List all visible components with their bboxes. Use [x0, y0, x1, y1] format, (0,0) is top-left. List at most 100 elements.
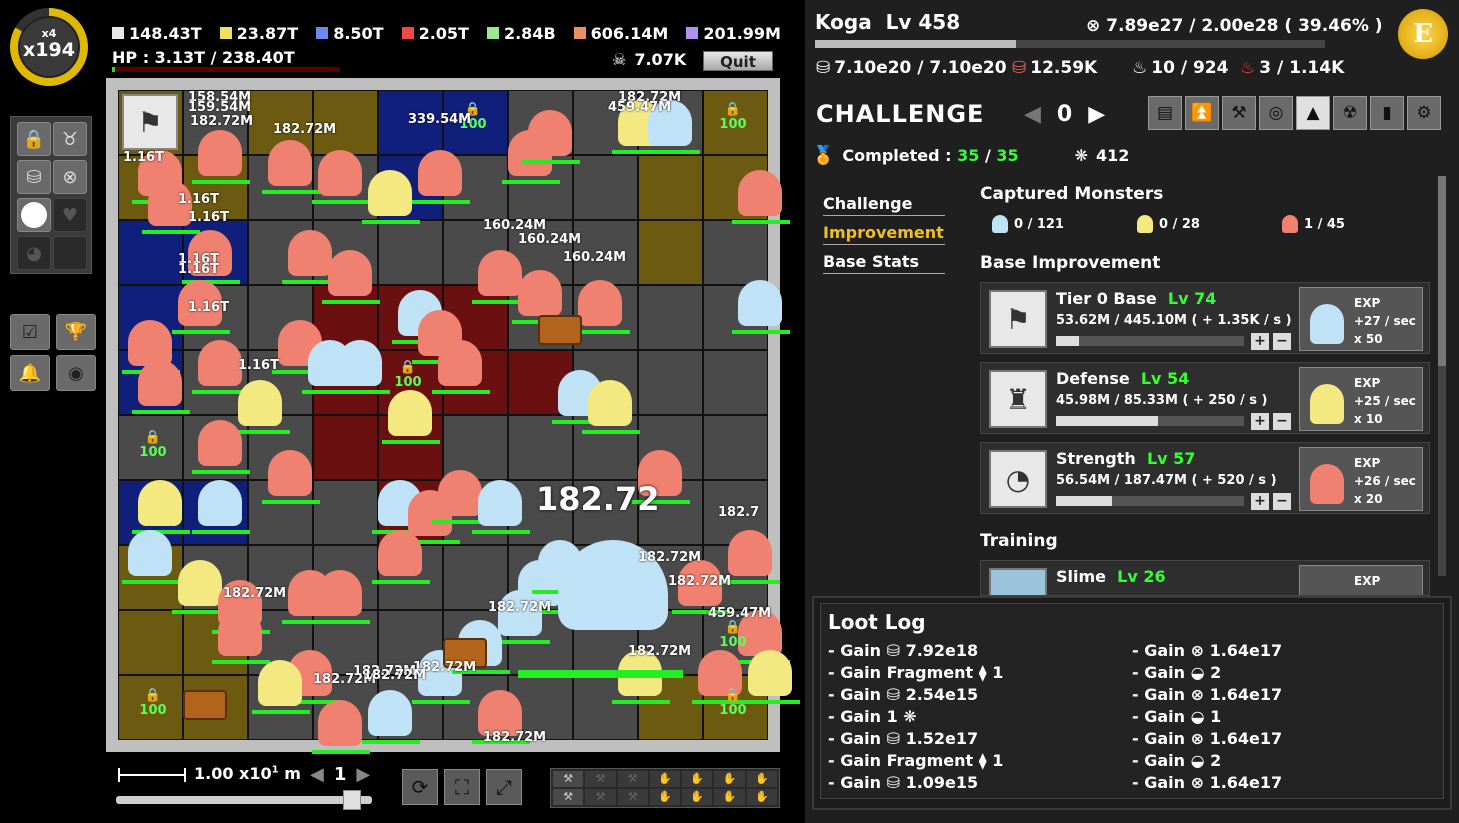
heart-icon[interactable]: ♥ — [53, 198, 87, 232]
refresh-icon[interactable]: ⟳ — [402, 769, 438, 805]
slot-icon[interactable]: ✋ — [649, 789, 681, 805]
blue-slime[interactable] — [128, 530, 172, 576]
red-slime[interactable] — [318, 700, 362, 746]
blue-slime[interactable] — [478, 480, 522, 526]
red-slime[interactable] — [478, 250, 522, 296]
next-challenge-icon[interactable]: ▶ — [1088, 102, 1105, 127]
lock-icon[interactable]: 🔒 — [17, 122, 51, 156]
minus-icon[interactable]: − — [1273, 413, 1291, 430]
plus-icon[interactable]: + — [1251, 413, 1269, 430]
plus-icon[interactable]: + — [1251, 493, 1269, 510]
blue-slime[interactable] — [368, 690, 412, 736]
treasure-chest[interactable] — [538, 315, 582, 345]
menu-challenge[interactable]: Challenge — [823, 192, 945, 216]
red-slime[interactable] — [128, 320, 172, 366]
map-cell[interactable] — [313, 480, 378, 545]
yellow-slime[interactable] — [258, 660, 302, 706]
red-slime[interactable] — [268, 450, 312, 496]
bag-icon[interactable]: ♉ — [53, 122, 87, 156]
slot-icon[interactable]: ✋ — [746, 771, 777, 787]
slot-icon[interactable]: ✋ — [649, 771, 681, 787]
treasure-chest[interactable] — [183, 690, 227, 720]
quit-button[interactable]: Quit — [703, 51, 773, 71]
blue-slime[interactable] — [198, 480, 242, 526]
menu-improvement[interactable]: Improvement — [823, 221, 945, 245]
prev-challenge-icon[interactable]: ◀ — [1024, 102, 1041, 127]
spiral-icon[interactable]: ◉ — [56, 355, 96, 391]
zoom-slider-knob[interactable] — [343, 790, 362, 810]
red-slime[interactable] — [528, 110, 572, 156]
red-slime[interactable] — [318, 570, 362, 616]
red-slime[interactable] — [328, 250, 372, 296]
coin-icon[interactable]: E — [1398, 9, 1448, 59]
yellow-slime[interactable] — [588, 380, 632, 426]
minus-icon[interactable]: − — [1273, 333, 1291, 350]
next-level-icon[interactable]: ▶ — [356, 764, 370, 785]
gold-bag-icon[interactable]: ⛁ — [17, 160, 51, 194]
white-orb-icon[interactable] — [17, 198, 51, 232]
rank-up-icon[interactable]: ⏫ — [1185, 96, 1219, 130]
slot-icon[interactable]: ✋ — [682, 771, 713, 787]
mountain-icon[interactable]: ▲ — [1296, 96, 1330, 130]
map-cell[interactable] — [703, 415, 768, 480]
hammer-slot-icon[interactable]: ⚒ — [553, 789, 584, 805]
red-slime[interactable] — [518, 270, 562, 316]
blue-slime[interactable] — [338, 340, 382, 386]
expand-view-icon[interactable]: ⤢ — [486, 769, 522, 805]
red-slime[interactable] — [318, 150, 362, 196]
yellow-slime[interactable] — [388, 390, 432, 436]
slot-icon[interactable]: ✋ — [682, 789, 713, 805]
yellow-slime[interactable] — [238, 380, 282, 426]
swirl-icon[interactable]: ◕ — [17, 236, 51, 270]
empty-slot-icon[interactable] — [53, 236, 87, 270]
map-cell[interactable] — [703, 220, 768, 285]
red-slime[interactable] — [198, 420, 242, 466]
checklist-icon[interactable]: ☑ — [10, 314, 50, 350]
exp-icon[interactable]: ⊗ — [53, 160, 87, 194]
hammer-slot-icon[interactable]: ⚒ — [553, 771, 584, 787]
red-slime[interactable] — [728, 530, 772, 576]
red-slime[interactable] — [268, 140, 312, 186]
yellow-slime[interactable] — [178, 560, 222, 606]
slot-icon[interactable]: ✋ — [746, 789, 777, 805]
slot-icon[interactable]: ✋ — [714, 771, 745, 787]
slot-icon[interactable]: ⚒ — [585, 789, 616, 805]
minus-icon[interactable]: − — [1273, 493, 1291, 510]
slot-icon[interactable]: ⚒ — [585, 771, 616, 787]
prev-level-icon[interactable]: ◀ — [310, 764, 324, 785]
blue-slime[interactable] — [738, 280, 782, 326]
map-cell[interactable] — [638, 285, 703, 350]
panel-scroll-thumb[interactable] — [1438, 176, 1446, 366]
map-cell[interactable] — [703, 350, 768, 415]
flag-icon[interactable]: ⚑ — [122, 94, 178, 150]
map-cell[interactable] — [118, 610, 183, 675]
yellow-slime[interactable] — [368, 170, 412, 216]
red-slime[interactable] — [288, 230, 332, 276]
red-slime[interactable] — [578, 280, 622, 326]
red-slime[interactable] — [738, 170, 782, 216]
red-slime[interactable] — [438, 340, 482, 386]
hammer-icon[interactable]: ⚒ — [1222, 96, 1256, 130]
red-slime[interactable] — [198, 340, 242, 386]
red-slime[interactable] — [198, 130, 242, 176]
bar-chart-icon[interactable]: ▮ — [1370, 96, 1404, 130]
game-map[interactable]: ⚑ 🔒 100 🔒 100 🔒 100 🔒 100 🔒 100 🔒 100 🔒 100 158.54M 159.… — [118, 90, 800, 754]
red-slime[interactable] — [418, 150, 462, 196]
map-cell[interactable] — [638, 220, 703, 285]
red-slime[interactable] — [378, 530, 422, 576]
zoom-slider[interactable] — [116, 796, 372, 804]
book-icon[interactable]: ▤ — [1148, 96, 1182, 130]
target-icon[interactable]: ◎ — [1259, 96, 1293, 130]
slot-icon[interactable]: ⚒ — [617, 789, 648, 805]
bell-icon[interactable]: 🔔 — [10, 355, 50, 391]
map-cell[interactable] — [378, 220, 443, 285]
map-cell[interactable] — [508, 415, 573, 480]
map-cell[interactable] — [638, 350, 703, 415]
map-cell[interactable] — [638, 155, 703, 220]
red-slime[interactable] — [218, 610, 262, 656]
radiation-icon[interactable]: ☢ — [1333, 96, 1367, 130]
red-slime[interactable] — [138, 360, 182, 406]
slot-icon[interactable]: ✋ — [714, 789, 745, 805]
yellow-slime[interactable] — [138, 480, 182, 526]
plus-icon[interactable]: + — [1251, 333, 1269, 350]
